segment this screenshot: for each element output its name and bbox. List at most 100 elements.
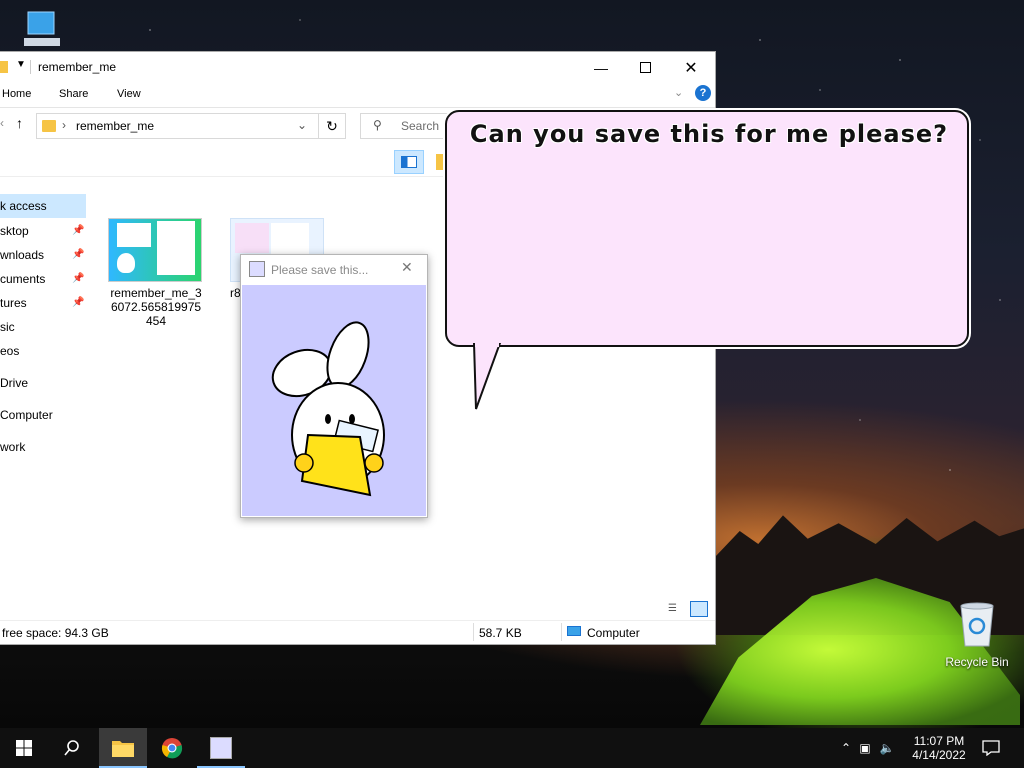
recycle-bin-label: Recycle Bin: [945, 655, 1009, 669]
file-explorer-taskbar-button[interactable]: [99, 728, 147, 768]
dialog-title: Please save this...: [271, 263, 369, 277]
close-icon: ✕: [684, 59, 698, 77]
minimize-icon: —: [594, 59, 608, 76]
dialog-illustration-area: [242, 285, 426, 516]
up-arrow-icon[interactable]: ↑: [16, 115, 23, 131]
nav-item-onedrive[interactable]: Drive: [0, 376, 28, 390]
save-request-dialog: Please save this... ✕: [240, 254, 428, 518]
nav-item-label: sktop: [0, 224, 29, 238]
preview-pane-button[interactable]: [394, 150, 424, 174]
bunny-icon: [117, 253, 135, 273]
address-bar[interactable]: › remember_me ⌄: [36, 113, 346, 139]
pin-icon: 📌: [72, 225, 85, 236]
nav-item-videos[interactable]: eos: [0, 344, 19, 358]
expand-ribbon-icon[interactable]: ⌄: [674, 86, 683, 99]
status-divider: [561, 623, 562, 641]
search-placeholder: Search r: [401, 119, 447, 133]
back-arrow-icon[interactable]: ‹: [0, 116, 4, 130]
file-name: remember_me_36072.565819975454: [110, 286, 202, 328]
bunny-app-icon: [249, 261, 265, 277]
nav-item-label: k access: [0, 199, 47, 213]
bunny-app-taskbar-button[interactable]: [197, 728, 245, 768]
free-space-text: free space: 94.3 GB: [2, 626, 109, 640]
folder-icon: [42, 120, 56, 132]
folder-icon: [436, 154, 444, 170]
quick-access-dropdown-icon[interactable]: ▼: [16, 59, 26, 70]
nav-item-label: wnloads: [0, 248, 45, 262]
speech-bubble-body: Can you save this for me please?: [445, 110, 969, 347]
windows-logo-icon: [16, 740, 32, 756]
ribbon-tabs: Home Share View ⌄ ?: [0, 83, 715, 108]
nav-item-music[interactable]: sic: [0, 320, 15, 334]
status-divider: [473, 623, 474, 641]
bunny-holding-folder-illustration: [271, 321, 385, 497]
recycle-bin-desktop-icon[interactable]: Recycle Bin: [940, 600, 1014, 669]
nav-item-label: tures: [0, 296, 27, 310]
start-button[interactable]: [0, 728, 48, 768]
navigation-pane: k access sktop 📌 wnloads 📌 cuments 📌 tur…: [0, 192, 90, 622]
nav-item-downloads[interactable]: wnloads: [0, 248, 44, 262]
bunny-app-icon: [210, 737, 232, 759]
nav-item-label: eos: [0, 344, 20, 358]
status-bar: free space: 94.3 GB 58.7 KB Computer ☰: [0, 601, 715, 644]
computer-icon: [24, 11, 60, 46]
close-button[interactable]: ✕: [668, 52, 714, 83]
recycle-bin-icon: [960, 602, 994, 647]
nav-item-quick-access[interactable]: k access: [0, 194, 86, 218]
pin-icon: 📌: [72, 273, 85, 284]
tab-home[interactable]: Home: [2, 88, 31, 100]
explorer-titlebar[interactable]: ▼ remember_me — ✕: [0, 52, 715, 83]
address-path: remember_me: [76, 119, 155, 133]
nav-item-label: cuments: [0, 272, 46, 286]
this-pc-desktop-icon[interactable]: [16, 10, 64, 50]
window-title: remember_me: [38, 60, 117, 74]
file-thumbnail: [108, 218, 202, 282]
show-hidden-icons-chevron-icon[interactable]: ⌃: [838, 741, 854, 755]
clock-time: 11:07 PM: [913, 734, 965, 748]
search-icon: ⚲: [373, 118, 382, 132]
nav-item-pictures[interactable]: tures: [0, 296, 27, 310]
minimize-button[interactable]: —: [578, 52, 624, 83]
refresh-button[interactable]: ↻: [318, 113, 346, 139]
nav-item-this-pc[interactable]: Computer: [0, 408, 53, 422]
address-dropdown-icon[interactable]: ⌄: [297, 118, 307, 132]
system-tray: ⌃ ▣ 🔈: [838, 728, 898, 768]
size-text: 58.7 KB: [479, 626, 522, 640]
action-center-button[interactable]: [968, 728, 1014, 768]
maximize-button[interactable]: [622, 52, 668, 83]
tab-view[interactable]: View: [117, 88, 141, 100]
nav-item-label: sic: [0, 320, 15, 334]
network-icon[interactable]: ▣: [854, 741, 876, 755]
breadcrumb-chevron-icon: ›: [62, 118, 66, 132]
dialog-close-button[interactable]: ✕: [401, 259, 413, 276]
chrome-icon: [161, 738, 183, 759]
titlebar-divider: [30, 60, 31, 74]
details-view-icon[interactable]: ☰: [668, 603, 684, 617]
clock-date: 4/14/2022: [912, 748, 966, 762]
notification-icon: [982, 740, 1000, 756]
search-taskbar-button[interactable]: [48, 728, 96, 768]
help-icon[interactable]: ?: [695, 85, 711, 101]
nav-item-desktop[interactable]: sktop: [0, 224, 29, 238]
thumbnail-speech-panel: [235, 223, 269, 253]
refresh-icon: ↻: [326, 118, 338, 134]
nav-item-documents[interactable]: cuments: [0, 272, 45, 286]
tab-share[interactable]: Share: [59, 88, 88, 100]
search-icon: [64, 740, 79, 756]
computer-icon: [567, 626, 581, 636]
pin-icon: 📌: [72, 249, 85, 260]
clock[interactable]: 11:07 PM 4/14/2022: [908, 728, 970, 768]
chrome-taskbar-button[interactable]: [148, 728, 196, 768]
thumbnail-speech-panel: [117, 223, 151, 247]
large-icons-view-icon[interactable]: [690, 601, 708, 617]
maximize-icon: [639, 62, 651, 73]
nav-item-network[interactable]: work: [0, 440, 25, 454]
close-icon: ✕: [401, 259, 413, 275]
folder-icon: [112, 741, 134, 757]
thumbnail-note-panel: [157, 221, 195, 275]
speech-bubble-text: Can you save this for me please?: [469, 120, 949, 148]
location-text: Computer: [587, 626, 640, 640]
file-item[interactable]: remember_me_36072.565819975454: [108, 218, 204, 328]
volume-icon[interactable]: 🔈: [876, 741, 898, 755]
taskbar: ⌃ ▣ 🔈 11:07 PM 4/14/2022: [0, 728, 1024, 768]
